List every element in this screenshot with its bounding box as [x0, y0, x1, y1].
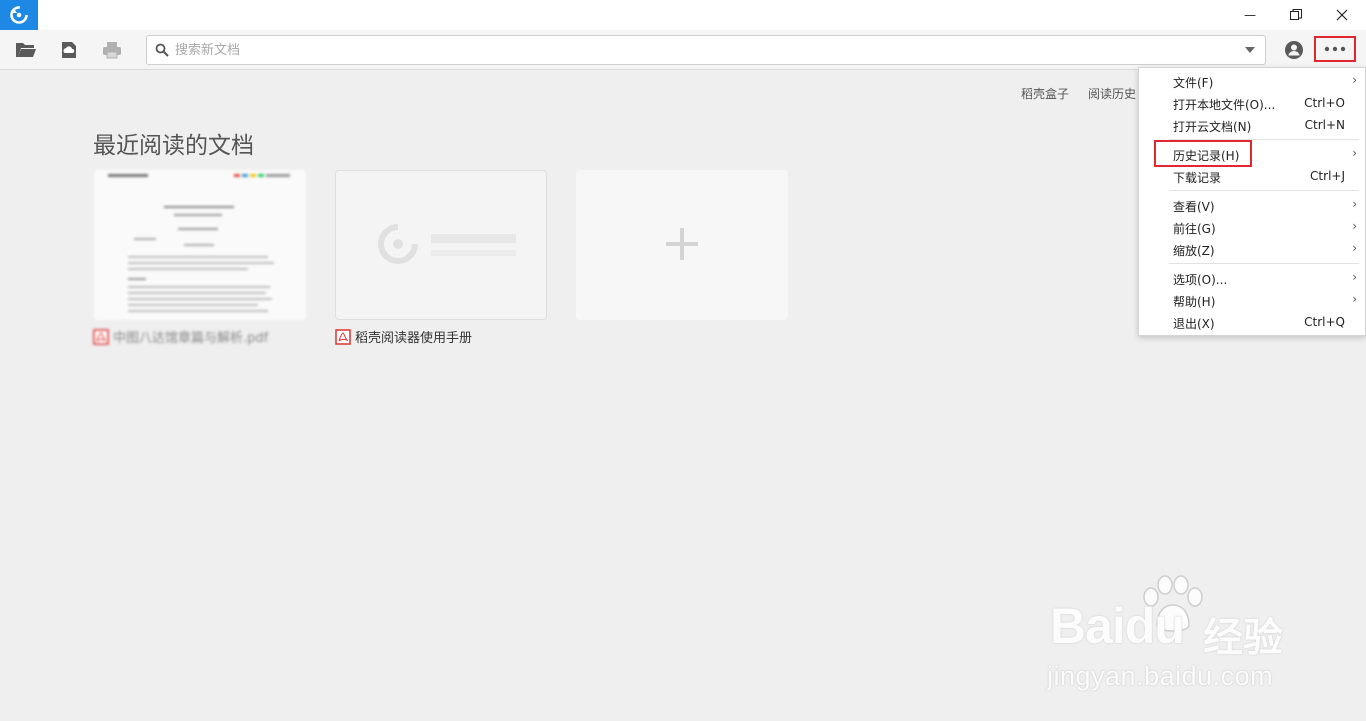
restore-button[interactable] [1273, 0, 1319, 30]
chevron-right-icon: › [1352, 292, 1357, 306]
print-button[interactable] [100, 38, 124, 62]
chevron-right-icon: › [1352, 241, 1357, 255]
menu-item-view[interactable]: 查看(V) › [1139, 194, 1365, 216]
close-icon [1336, 9, 1348, 21]
menu-item-file[interactable]: 文件(F) › [1139, 70, 1365, 92]
chevron-right-icon: › [1352, 219, 1357, 233]
manual-doc-thumbnail[interactable] [335, 170, 547, 320]
menu-separator [1169, 190, 1359, 191]
menu-separator [1169, 263, 1359, 264]
chevron-right-icon: › [1352, 146, 1357, 160]
watermark-jingyan: 经验 [1203, 615, 1283, 661]
menu-item-zoom[interactable]: 缩放(Z) › [1139, 238, 1365, 260]
folder-open-icon [16, 43, 36, 57]
docer-box-link[interactable]: 稻壳盒子 [1021, 85, 1069, 102]
recent-doc-thumbnail[interactable] [94, 170, 306, 320]
foxit-reader-logo-icon[interactable] [0, 0, 38, 30]
recent-doc-name: 中图八达馆章篇与解析.pdf [113, 331, 269, 346]
toolbar [0, 30, 1366, 70]
minimize-button[interactable]: — [1227, 0, 1273, 30]
title-bar: — [0, 0, 1366, 30]
search-input[interactable] [175, 40, 1225, 60]
menu-item-options[interactable]: 选项(O)... › [1139, 267, 1365, 289]
menu-item-exit[interactable]: 退出(X) Ctrl+Q [1139, 311, 1365, 333]
watermark-brand: Baidu [1050, 598, 1185, 654]
recent-doc-label[interactable]: 中图八达馆章篇与解析.pdf [93, 327, 268, 346]
user-account-button[interactable] [1282, 38, 1306, 62]
chevron-right-icon: › [1352, 197, 1357, 211]
chevron-down-icon[interactable] [1245, 47, 1255, 53]
user-account-icon [1285, 41, 1303, 59]
page-title: 最近阅读的文档 [93, 133, 254, 159]
pdf-file-icon [335, 328, 351, 345]
printer-icon [103, 42, 121, 59]
reading-history-link[interactable]: 阅读历史 [1088, 85, 1136, 102]
more-options-icon [1324, 46, 1346, 52]
close-button[interactable] [1319, 0, 1365, 30]
chevron-right-icon: › [1352, 73, 1357, 87]
open-folder-button[interactable] [14, 38, 38, 62]
search-box[interactable] [146, 35, 1266, 65]
manual-doc-label[interactable]: 稻壳阅读器使用手册 [335, 327, 472, 346]
menu-item-open-cloud[interactable]: 打开云文档(N) Ctrl+N [1139, 114, 1365, 136]
cloud-upload-icon [62, 42, 76, 58]
menu-item-history[interactable]: 历史记录(H) › [1139, 143, 1365, 165]
menu-item-open-local[interactable]: 打开本地文件(O)... Ctrl+O [1139, 92, 1365, 114]
menu-separator [1169, 139, 1359, 140]
baidu-jingyan-watermark: Baidu 经验 jingyan.baidu.com [1045, 575, 1295, 695]
menu-item-help[interactable]: 帮助(H) › [1139, 289, 1365, 311]
more-options-button[interactable] [1314, 36, 1356, 62]
manual-doc-name: 稻壳阅读器使用手册 [355, 331, 473, 346]
restore-icon [1290, 9, 1302, 20]
minimize-icon: — [1244, 8, 1256, 22]
document-preview-icon [108, 174, 290, 312]
watermark-url: jingyan.baidu.com [1047, 661, 1274, 691]
plus-icon [666, 228, 698, 260]
add-document-button[interactable] [576, 170, 788, 320]
chevron-right-icon: › [1352, 270, 1357, 284]
menu-item-goto[interactable]: 前往(G) › [1139, 216, 1365, 238]
foxit-reader-watermark-icon [378, 224, 516, 264]
cloud-document-button[interactable] [57, 38, 81, 62]
pdf-file-icon [93, 328, 109, 345]
main-menu: 文件(F) › 打开本地文件(O)... Ctrl+O 打开云文档(N) Ctr… [1138, 67, 1366, 336]
menu-item-downloads[interactable]: 下载记录 Ctrl+J [1139, 165, 1365, 187]
search-icon [155, 43, 169, 57]
